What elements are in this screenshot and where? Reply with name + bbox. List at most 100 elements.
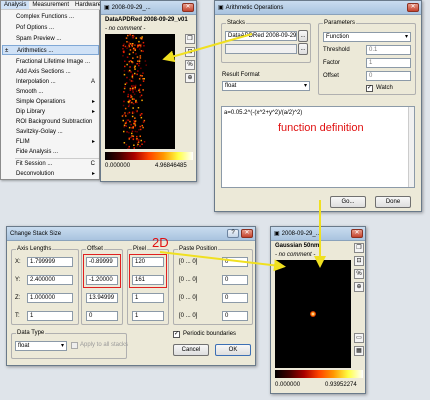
threshold-field[interactable]: 0.1 xyxy=(366,45,411,55)
group-label: Axis Lengths xyxy=(16,246,53,253)
menu-item-smooth[interactable]: Smooth ... xyxy=(2,87,99,97)
menu-bar: Analysis Measurement Hardware xyxy=(1,1,101,10)
group-label: Offset xyxy=(86,246,104,253)
menu-item-interpolation[interactable]: Interpolation ... A xyxy=(2,77,99,87)
formula-editor[interactable]: a=0.05.2^(-(x^2+y^2)/(a/2)^2) xyxy=(221,106,415,188)
menu-item-roi-background[interactable]: ROI Background Subtraction xyxy=(2,117,99,127)
crop-icon[interactable]: ⊡ xyxy=(185,47,195,57)
close-icon[interactable]: ✕ xyxy=(241,229,253,238)
menu-item-label: Complex Functions ... xyxy=(16,14,75,20)
data-type-select[interactable]: float ▾ xyxy=(15,341,67,351)
paste-y-field[interactable]: 0 xyxy=(222,275,248,285)
menu-item-deconvolution[interactable]: Deconvolution ▸ xyxy=(2,169,99,179)
data-type-value: float xyxy=(18,343,30,349)
stack-a-browse-button[interactable]: ... xyxy=(298,30,308,42)
image-toolbar: ❐ ⊡ % ⊕ ▭ ▦ xyxy=(354,243,365,356)
menu-item-dip-library[interactable]: Dip Library ▸ xyxy=(2,107,99,117)
length-z-field[interactable]: 1.000000 xyxy=(27,293,73,303)
paste-range-t: [0 ... 0] xyxy=(179,313,198,319)
factor-field[interactable]: 1 xyxy=(366,58,411,68)
group-label: Parameters xyxy=(323,20,357,27)
done-button[interactable]: Done xyxy=(375,196,411,208)
pixel-t-field[interactable]: 1 xyxy=(132,311,164,321)
menu-item-simple-operations[interactable]: Simple Operations ▸ xyxy=(2,97,99,107)
factor-label: Factor xyxy=(323,60,341,66)
menu-item-fractional-lifetime[interactable]: Fractional Lifetime Image ... xyxy=(2,57,99,67)
title-bar[interactable]: ▣ Arithmetic Operations xyxy=(215,1,421,15)
result-format-select[interactable]: float ▾ xyxy=(222,81,310,91)
menu-item-label: Savitzky-Golay ... xyxy=(16,129,63,135)
colorbar-max: 0.93952274 xyxy=(325,382,357,388)
annotation-2d: 2D xyxy=(152,235,169,250)
colorbar-min: 0.000000 xyxy=(105,163,131,169)
close-icon[interactable]: ✕ xyxy=(351,229,363,238)
menu-analysis[interactable]: Analysis xyxy=(1,1,30,9)
menu-item-fit-session[interactable]: Fit Session ... C xyxy=(2,159,99,169)
image-name: DataAPDRed 2008-09-29_v01 xyxy=(105,17,188,23)
menu-item-label: Add Axis Sections ... xyxy=(16,69,71,75)
paste-range-z: [0 ... 0] xyxy=(179,295,198,301)
grid-icon[interactable]: ▦ xyxy=(354,346,364,356)
copy-icon[interactable]: ❐ xyxy=(185,34,195,44)
percent-icon[interactable]: % xyxy=(354,269,364,279)
close-icon[interactable]: ✕ xyxy=(182,3,194,12)
ok-button[interactable]: OK xyxy=(215,344,251,356)
formula-text: a=0.05.2^(-(x^2+y^2)/(a/2)^2) xyxy=(224,110,303,116)
window-title: Change Stack Size xyxy=(10,230,62,237)
colorbar xyxy=(275,370,363,378)
stack-a-field[interactable]: DataAPDRed 2008-09-29_... xyxy=(225,31,297,41)
menu-item-savitzky-golay[interactable]: Savitzky-Golay ... xyxy=(2,127,99,137)
menu-item-label: Fractional Lifetime Image ... xyxy=(16,59,91,65)
menu-item-arithmetics[interactable]: ± Arithmetics ... xyxy=(2,45,99,55)
menu-item-label: ROI Background Subtraction xyxy=(16,119,93,125)
help-icon[interactable]: ? xyxy=(227,229,239,238)
stack-b-field[interactable] xyxy=(225,44,297,54)
colorbar-max: 4.96846485 xyxy=(155,163,187,169)
formula-scrollbar[interactable] xyxy=(408,107,414,187)
menu-item-label: Fit Session ... xyxy=(16,161,53,167)
length-x-field[interactable]: 1.799999 xyxy=(27,257,73,267)
menu-item-pof-options[interactable]: Pof Options ... xyxy=(2,23,99,33)
chevron-down-icon: ▾ xyxy=(303,83,307,89)
offset-field[interactable]: 0 xyxy=(366,71,411,81)
cancel-button[interactable]: Cancel xyxy=(173,344,209,356)
paste-x-field[interactable]: 0 xyxy=(222,257,248,267)
image-window-gaussian: ▣ 2008-09-29_... ✕ Gaussian 50nm - no com… xyxy=(270,226,366,394)
image-canvas[interactable] xyxy=(275,260,351,368)
length-t-field[interactable]: 1 xyxy=(27,311,73,321)
image-window-data: ▣ 2008-09-29_... ✕ DataAPDRed 2008-09-29_… xyxy=(100,0,197,182)
offset-z-field[interactable]: 13.94999 xyxy=(86,293,118,303)
crop-icon[interactable]: ⊡ xyxy=(354,256,364,266)
zoom-icon[interactable]: ⊕ xyxy=(354,282,364,292)
image-canvas[interactable] xyxy=(105,34,175,149)
stack-b-browse-button[interactable]: ... xyxy=(298,43,308,55)
window-title: 2008-09-29_... xyxy=(111,4,151,11)
window-icon[interactable]: ▭ xyxy=(354,333,364,343)
app-icon: ▣ xyxy=(218,5,224,11)
apply-all-checkbox[interactable] xyxy=(71,342,78,349)
go-button[interactable]: Go... xyxy=(330,196,366,208)
menu-item-complex-functions[interactable]: Complex Functions ... xyxy=(2,12,99,22)
copy-icon[interactable]: ❐ xyxy=(354,243,364,253)
paste-z-field[interactable]: 0 xyxy=(222,293,248,303)
change-stack-size-dialog: Change Stack Size ? ✕ Axis Lengths Offse… xyxy=(6,226,256,366)
menu-item-label: Spam Preview ... xyxy=(16,36,62,42)
close-icon[interactable]: ✕ xyxy=(407,3,419,12)
offset-t-field[interactable]: 0 xyxy=(86,311,118,321)
paste-t-field[interactable]: 0 xyxy=(222,311,248,321)
percent-icon[interactable]: % xyxy=(185,60,195,70)
length-y-field[interactable]: 2.400000 xyxy=(27,275,73,285)
menu-item-add-axis[interactable]: Add Axis Sections ... xyxy=(2,67,99,77)
shortcut-label: C xyxy=(90,161,95,167)
pixel-z-field[interactable]: 1 xyxy=(132,293,164,303)
menu-item-flim[interactable]: FLIM ▸ xyxy=(2,137,99,147)
periodic-checkbox[interactable]: ✓ xyxy=(173,331,180,338)
arithmetic-dialog: ▣ Arithmetic Operations ✕ Stacks DataAPDR… xyxy=(214,0,422,212)
zoom-icon[interactable]: ⊕ xyxy=(185,73,195,83)
title-bar[interactable]: Change Stack Size xyxy=(7,227,255,241)
watch-checkbox[interactable]: ✓ xyxy=(366,85,373,92)
menu-measurement[interactable]: Measurement xyxy=(29,1,72,9)
menu-item-spam-preview[interactable]: Spam Preview ... xyxy=(2,34,99,44)
menu-item-fide-analysis[interactable]: Fide Analysis ... xyxy=(2,147,99,157)
function-select[interactable]: Function ▾ xyxy=(323,32,411,42)
